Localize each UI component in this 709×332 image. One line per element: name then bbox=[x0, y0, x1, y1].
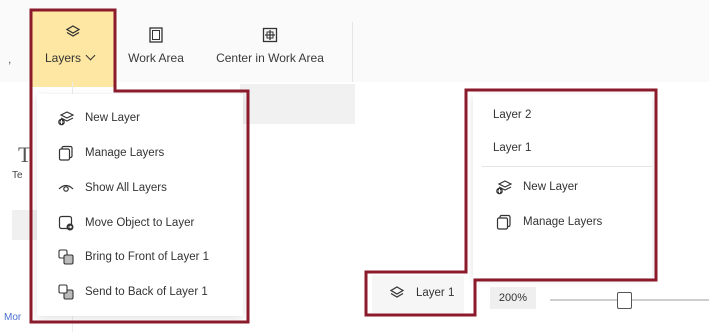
zoom-level[interactable]: 200% bbox=[490, 287, 536, 309]
zoom-slider-handle[interactable] bbox=[617, 292, 633, 309]
highlight-outline-right bbox=[364, 88, 658, 317]
